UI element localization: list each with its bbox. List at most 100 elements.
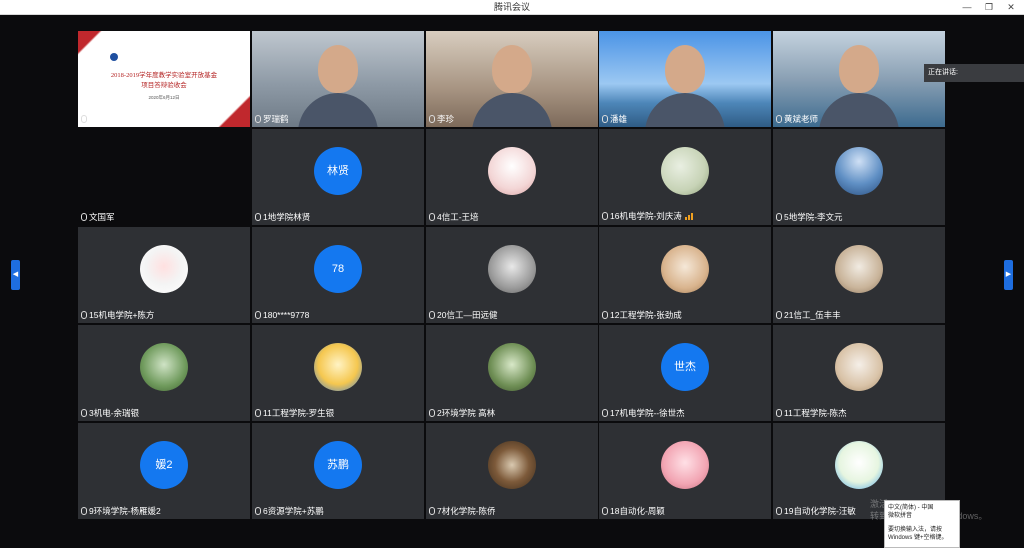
participant-tile[interactable]: 媛2 9环境学院-杨雁媛2: [78, 423, 250, 519]
participant-tile[interactable]: 文国军: [78, 129, 250, 225]
microphone-icon: [602, 115, 608, 123]
participant-name-text: 6资源学院+苏鹏: [263, 506, 324, 516]
participant-tile[interactable]: 16机电学院-刘庆涛: [599, 129, 771, 225]
participant-video: [426, 31, 598, 127]
slide-line2: 项目答辩验收会: [141, 82, 187, 89]
participant-name-text: 18自动化-周颖: [610, 506, 665, 516]
participant-avatar: [140, 343, 188, 391]
participant-name-text: 180****9778: [263, 310, 310, 320]
microphone-icon: [429, 213, 435, 221]
participant-tile[interactable]: 12工程学院-张劲成: [599, 227, 771, 323]
prev-page-button[interactable]: ◀: [11, 260, 20, 290]
participant-name-text: 3机电-余瑞银: [89, 408, 140, 418]
participant-name: 潘雄: [602, 114, 627, 125]
participant-tile[interactable]: 苏鹏 6资源学院+苏鹏: [252, 423, 424, 519]
participant-tile[interactable]: 5地学院-李文元: [773, 129, 945, 225]
participant-tile[interactable]: 黄斌老师: [773, 31, 945, 127]
participant-tile[interactable]: 2环境学院 高林: [426, 325, 598, 421]
participant-tile[interactable]: 世杰 17机电学院--徐世杰: [599, 325, 771, 421]
slide-logo-icon: [110, 53, 118, 61]
microphone-icon: [776, 213, 782, 221]
participant-tile[interactable]: 2018-2019学年度教学实验室开放基金 项目答辩验收会 2020年6月12日 设备…: [78, 31, 250, 127]
participant-tile[interactable]: 15机电学院+陈方: [78, 227, 250, 323]
speaking-indicator: 正在讲话:: [924, 64, 1024, 82]
participant-name: 21信工_伍丰丰: [776, 310, 841, 321]
microphone-icon: [429, 409, 435, 417]
participant-name-text: 20信工—田远健: [437, 310, 498, 320]
ime-language: 中文(简体) - 中国: [888, 505, 934, 511]
participant-avatar: [314, 343, 362, 391]
participant-name-text: 19自动化学院-汪敏: [784, 506, 856, 516]
participant-tile[interactable]: 4信工-王培: [426, 129, 598, 225]
person-body: [645, 93, 725, 127]
participant-video: [252, 31, 424, 127]
participant-name: 15机电学院+陈方: [81, 310, 154, 321]
next-page-button[interactable]: ▶: [1004, 260, 1013, 290]
participant-video: [599, 31, 771, 127]
slide-date: 2020年6月12日: [148, 95, 180, 100]
participant-name-text: 15机电学院+陈方: [89, 310, 155, 320]
microphone-icon: [602, 507, 608, 515]
microphone-icon: [602, 212, 608, 220]
participant-avatar: [140, 245, 188, 293]
participant-tile[interactable]: 潘雄: [599, 31, 771, 127]
participant-name-text: 设备处鲁群志: [89, 114, 141, 124]
participant-tile[interactable]: 18自动化-周颖: [599, 423, 771, 519]
microphone-icon: [255, 213, 261, 221]
ime-hint-keys: Windows 键+空格键。: [888, 535, 948, 541]
restore-button[interactable]: ❐: [978, 0, 1000, 15]
participant-name-text: 文国军: [89, 212, 115, 222]
person-silhouette: [665, 45, 705, 93]
participant-name: 2环境学院 高林: [429, 408, 495, 419]
participant-avatar: [488, 343, 536, 391]
participant-name: 罗瑞鹤: [255, 114, 289, 125]
participant-tile[interactable]: 78 180****9778: [252, 227, 424, 323]
participant-tile[interactable]: 11工程学院-罗生银: [252, 325, 424, 421]
person-body: [819, 93, 899, 127]
microphone-icon: [776, 311, 782, 319]
participant-avatar: [661, 147, 709, 195]
participant-tile[interactable]: 7材化学院-陈侨: [426, 423, 598, 519]
participant-avatar: [661, 441, 709, 489]
microphone-icon: [776, 507, 782, 515]
microphone-icon: [81, 507, 87, 515]
video-grid-stage: 2018-2019学年度教学实验室开放基金 项目答辩验收会 2020年6月12日 设备…: [0, 16, 1024, 548]
microphone-icon: [255, 409, 261, 417]
speaking-label: 正在讲话:: [928, 69, 958, 76]
participant-tile[interactable]: 11工程学院-陈杰: [773, 325, 945, 421]
participant-tile[interactable]: 林贤 1地学院林贤: [252, 129, 424, 225]
participant-name-text: 11工程学院-陈杰: [784, 408, 847, 418]
participant-tile[interactable]: 20信工—田远健: [426, 227, 598, 323]
participant-name: 11工程学院-陈杰: [776, 408, 847, 419]
minimize-button[interactable]: —: [956, 0, 978, 15]
participant-name-text: 罗瑞鹤: [263, 114, 289, 124]
close-button[interactable]: ✕: [1000, 0, 1022, 15]
participant-name-text: 黄斌老师: [784, 114, 819, 124]
participant-name: 180****9778: [255, 310, 309, 321]
participant-name: 6资源学院+苏鹏: [255, 506, 324, 517]
participant-name-text: 2环境学院 高林: [437, 408, 496, 418]
participant-avatar: [661, 245, 709, 293]
participant-tile[interactable]: 21信工_伍丰丰: [773, 227, 945, 323]
participant-name: 黄斌老师: [776, 114, 818, 125]
person-body: [472, 93, 552, 127]
participant-avatar: [835, 147, 883, 195]
participant-name: 19自动化学院-汪敏: [776, 506, 856, 517]
participant-avatar: 林贤: [314, 147, 362, 195]
participant-name: 文国军: [81, 212, 115, 223]
title-bar: 腾讯会议 — ❐ ✕: [0, 0, 1024, 15]
participant-name-text: 17机电学院--徐世杰: [610, 408, 685, 418]
participant-name-text: 21信工_伍丰丰: [784, 310, 841, 320]
participant-name-text: 12工程学院-张劲成: [610, 310, 682, 320]
microphone-icon: [602, 311, 608, 319]
participant-name-text: 7材化学院-陈侨: [437, 506, 496, 516]
participant-tile[interactable]: 罗瑞鹤: [252, 31, 424, 127]
window-title: 腾讯会议: [493, 2, 530, 12]
participant-tile[interactable]: 李珍: [426, 31, 598, 127]
person-silhouette: [839, 45, 879, 93]
participant-tile[interactable]: 3机电-余瑞银: [78, 325, 250, 421]
shared-slide: 2018-2019学年度教学实验室开放基金 项目答辩验收会 2020年6月12日: [78, 31, 250, 127]
network-signal-icon: [684, 212, 694, 223]
participant-name: 16机电学院-刘庆涛: [602, 211, 694, 223]
participant-name-text: 4信工-王培: [437, 212, 479, 222]
